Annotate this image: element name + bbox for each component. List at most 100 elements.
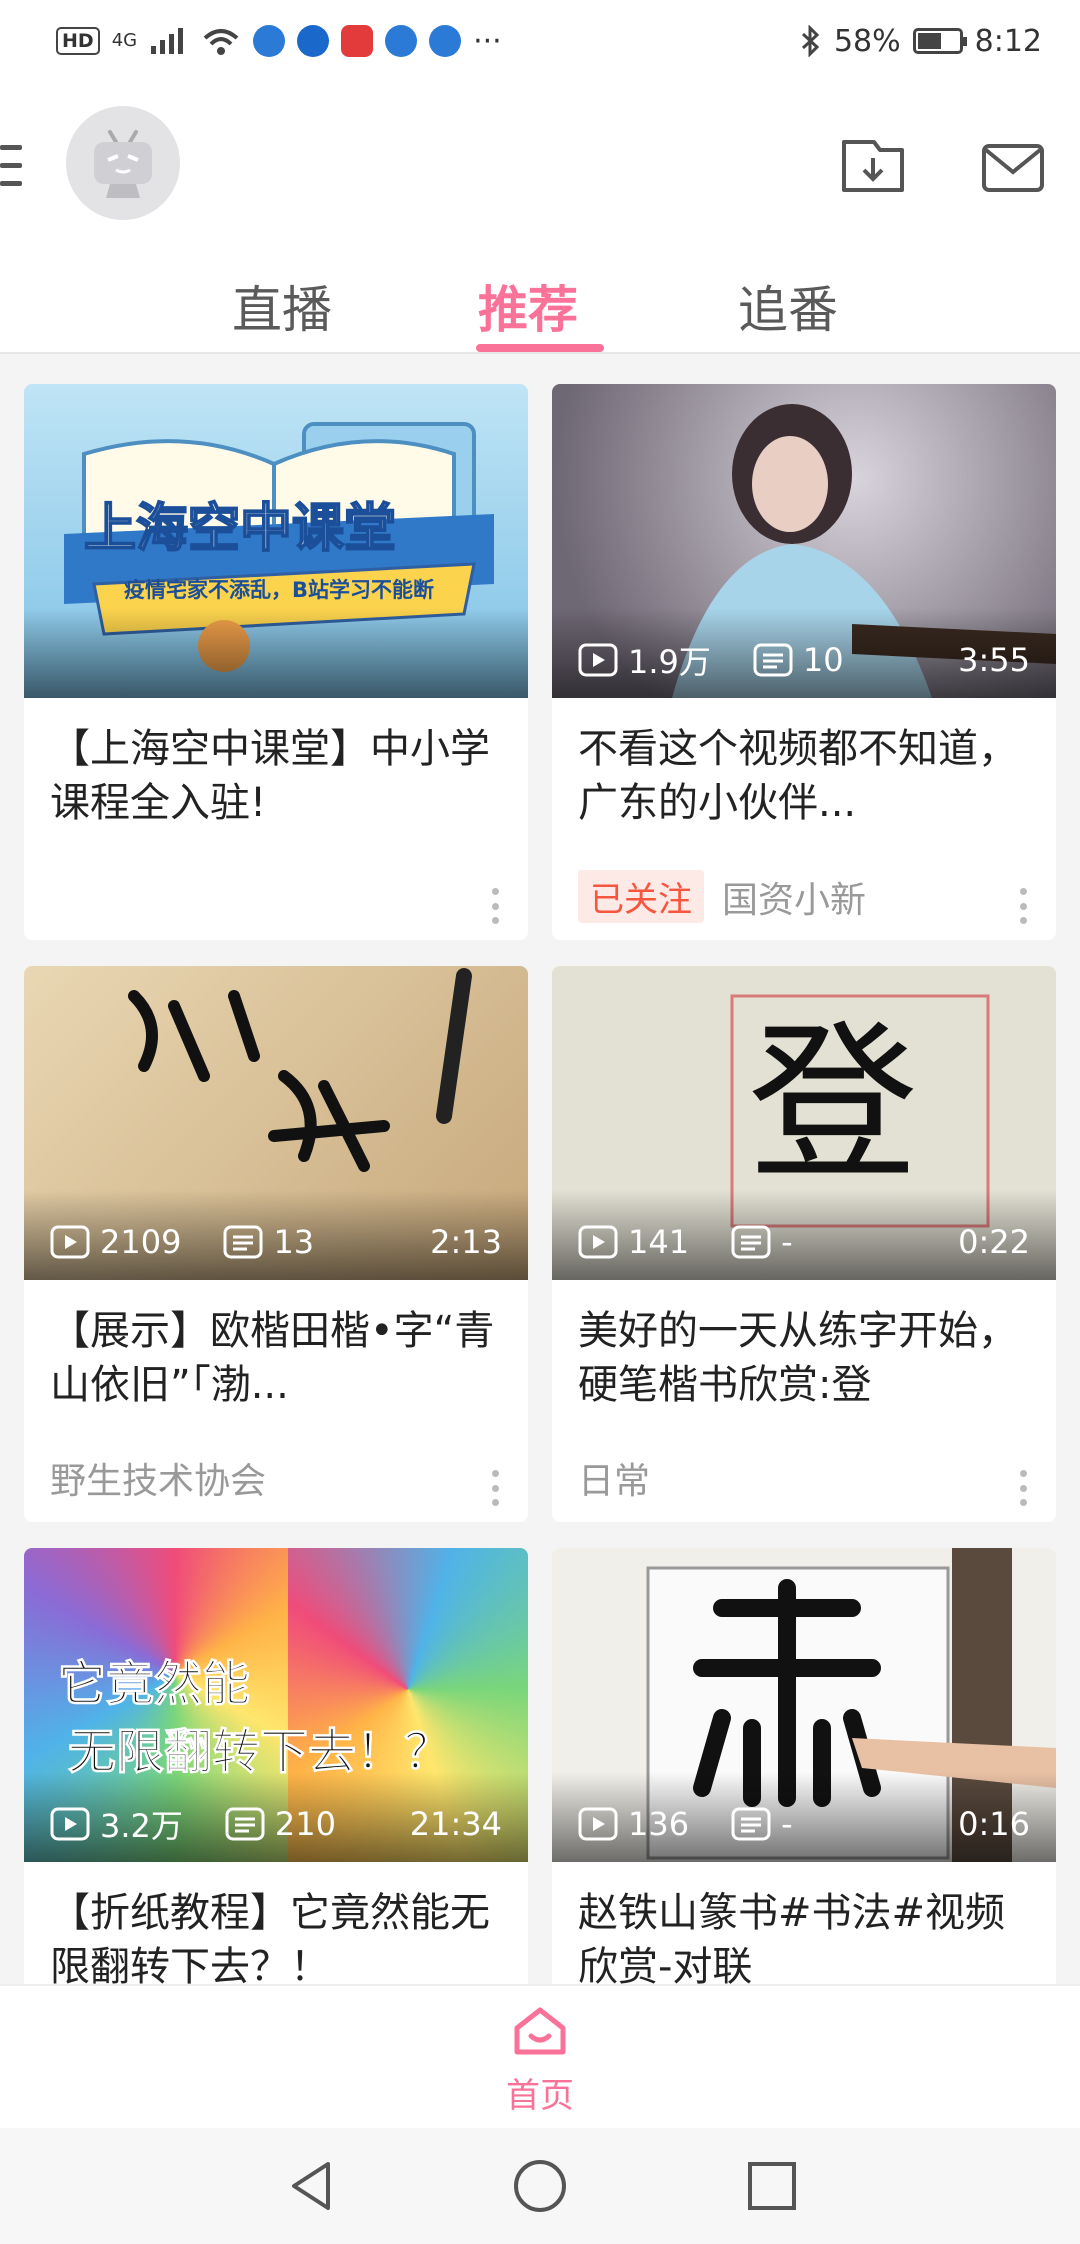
avatar[interactable] — [66, 106, 180, 220]
battery-icon — [912, 28, 967, 54]
clock: 8:12 — [974, 23, 1042, 59]
play-count-icon — [50, 1225, 90, 1259]
danmaku-icon — [753, 643, 793, 677]
view-count-text: 1.9万 — [628, 643, 711, 681]
thumbnail-subtitle: 疫情宅家不添乱，B站学习不能断 — [124, 578, 435, 602]
thumbnail-headline: 上海空中课堂 — [83, 498, 397, 560]
tab-live[interactable]: 直播 — [232, 270, 332, 342]
play-count-icon — [578, 643, 618, 677]
active-tab-indicator — [476, 344, 604, 352]
signal-icon — [151, 28, 184, 54]
video-card[interactable]: 登 141 - 0:22 美好的一天从练字开始，硬笔楷书欣赏:登 日常 — [552, 966, 1056, 1522]
danmaku-icon — [225, 1807, 265, 1841]
video-title[interactable]: 【展示】欧楷田楷•字“青山依旧”「渤... — [50, 1304, 506, 1412]
home-circle-icon[interactable] — [512, 2158, 568, 2214]
app-notification-icon — [429, 25, 462, 57]
comment-count-text: - — [781, 1223, 793, 1261]
uploader-name[interactable]: 日常 — [578, 1452, 650, 1504]
back-icon[interactable] — [284, 2158, 340, 2214]
tv-mascot-icon — [94, 130, 152, 198]
app-notification-icon — [253, 25, 286, 57]
menu-icon[interactable] — [0, 145, 22, 187]
video-duration: 21:34 — [409, 1805, 502, 1843]
card-meta: 野生技术协会 — [50, 1452, 266, 1504]
uploader-name[interactable]: 野生技术协会 — [50, 1452, 266, 1504]
tab-anime[interactable]: 追番 — [738, 270, 838, 342]
bottom-nav: 首页 — [0, 1984, 1080, 2128]
view-count: 1.9万 — [578, 637, 711, 683]
comment-count: - — [731, 1223, 793, 1261]
more-options-icon[interactable] — [492, 888, 500, 924]
comment-count-text: - — [781, 1805, 793, 1843]
recents-icon[interactable] — [744, 2158, 800, 2214]
video-thumbnail[interactable]: 136 - 0:16 — [552, 1548, 1056, 1862]
app-header: 直播 推荐 追番 — [0, 82, 1080, 354]
view-count-text: 141 — [628, 1223, 690, 1261]
home-icon — [514, 2007, 566, 2055]
comment-count-text: 10 — [802, 641, 844, 679]
comment-count: 13 — [223, 1223, 314, 1261]
more-options-icon[interactable] — [1020, 888, 1028, 924]
video-title[interactable]: 【上海空中课堂】中小学课程全入驻! — [50, 722, 506, 830]
system-nav-bar — [0, 2128, 1080, 2244]
card-meta: 日常 — [578, 1452, 650, 1504]
status-bar-right: 58% 8:12 — [800, 24, 1042, 59]
video-thumbnail[interactable]: 它竟然能 无限翻转下去！？ 3.2万 210 21:34 — [24, 1548, 528, 1862]
tab-recommend[interactable]: 推荐 — [478, 270, 578, 342]
status-bar: HD 4G ··· 58% 8:12 — [0, 0, 1080, 82]
comment-count-text: 210 — [274, 1805, 336, 1843]
video-title[interactable]: 美好的一天从练字开始，硬笔楷书欣赏:登 — [578, 1304, 1034, 1412]
video-stats: 3.2万 210 21:34 — [50, 1802, 502, 1846]
battery-percent: 58% — [833, 23, 901, 59]
video-stats: 1.9万 10 3:55 — [578, 638, 1030, 682]
more-options-icon[interactable] — [492, 1470, 500, 1506]
video-title[interactable]: 不看这个视频都不知道，广东的小伙伴... — [578, 722, 1034, 830]
more-options-icon[interactable] — [1020, 1470, 1028, 1506]
view-count: 3.2万 — [50, 1801, 183, 1847]
status-bar-left: HD 4G ··· — [56, 24, 502, 59]
view-count: 2109 — [50, 1223, 181, 1261]
network-type: 4G — [111, 30, 138, 51]
huawei-app-icon — [341, 25, 374, 57]
video-card[interactable]: 2109 13 2:13 【展示】欧楷田楷•字“青山依旧”「渤... 野生技术协… — [24, 966, 528, 1522]
nav-home[interactable]: 首页 — [490, 2004, 590, 2117]
video-thumbnail[interactable]: 登 141 - 0:22 — [552, 966, 1056, 1280]
download-icon[interactable] — [840, 138, 906, 194]
video-title[interactable]: 【折纸教程】它竟然能无限翻转下去？！ — [50, 1886, 506, 1994]
video-thumbnail[interactable]: 1.9万 10 3:55 — [552, 384, 1056, 698]
view-count-text: 136 — [628, 1805, 690, 1843]
video-thumbnail[interactable]: 2109 13 2:13 — [24, 966, 528, 1280]
play-count-icon — [578, 1807, 618, 1841]
message-icon[interactable] — [980, 142, 1046, 198]
hd-indicator: HD — [56, 27, 100, 55]
comment-count: 10 — [753, 641, 844, 679]
play-count-icon — [50, 1807, 90, 1841]
comment-count-text: 13 — [273, 1223, 315, 1261]
video-card[interactable]: 上海空中课堂 疫情宅家不添乱，B站学习不能断 【上海空中课堂】中小学课程全入驻! — [24, 384, 528, 940]
browser-notification-icon — [297, 25, 330, 57]
card-meta: 已关注 国资小新 — [578, 870, 866, 923]
comment-count: - — [731, 1805, 793, 1843]
video-duration: 2:13 — [430, 1223, 502, 1261]
video-title[interactable]: 赵铁山篆书#书法#视频欣赏-对联 — [578, 1886, 1034, 1994]
danmaku-icon — [731, 1225, 771, 1259]
view-count: 136 — [578, 1805, 689, 1843]
video-duration: 0:22 — [958, 1223, 1030, 1261]
video-thumbnail[interactable]: 上海空中课堂 疫情宅家不添乱，B站学习不能断 — [24, 384, 528, 698]
followed-badge: 已关注 — [578, 870, 704, 923]
video-stats: 136 - 0:16 — [578, 1802, 1030, 1846]
view-count-text: 2109 — [100, 1223, 182, 1261]
tab-bar: 直播 推荐 追番 — [0, 260, 1080, 352]
video-duration: 3:55 — [958, 641, 1030, 679]
video-card[interactable]: 1.9万 10 3:55 不看这个视频都不知道，广东的小伙伴... 已关注 国资… — [552, 384, 1056, 940]
video-stats: 141 - 0:22 — [578, 1220, 1030, 1264]
thumbnail-headline: 它竟然能 — [57, 1656, 251, 1713]
thumbnail-shade — [24, 608, 528, 698]
view-count: 141 — [578, 1223, 689, 1261]
play-count-icon — [578, 1225, 618, 1259]
uploader-name[interactable]: 国资小新 — [722, 871, 866, 923]
thumbnail-character: 登 — [748, 1006, 919, 1204]
video-duration: 0:16 — [958, 1805, 1030, 1843]
more-notifications-icon: ··· — [473, 23, 502, 59]
danmaku-icon — [223, 1225, 263, 1259]
